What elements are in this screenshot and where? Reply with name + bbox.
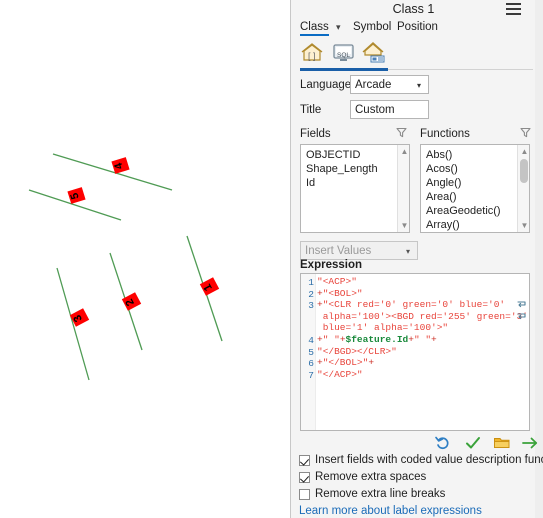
option-label: Remove extra spaces — [315, 471, 426, 483]
scroll-down-icon[interactable]: ▼ — [400, 221, 409, 230]
chevron-down-icon[interactable]: ▾ — [417, 81, 421, 90]
validate-check-icon[interactable] — [464, 434, 484, 452]
open-folder-icon[interactable] — [493, 434, 513, 452]
functions-scroll-thumb[interactable] — [520, 159, 528, 183]
word-wrap-indicator-icon — [517, 312, 526, 321]
sql-query-icon[interactable]: SQL — [331, 41, 357, 65]
code-token: blue='1' alpha='100'>" — [317, 322, 448, 333]
code-line-number: 6 — [301, 358, 314, 370]
option-label: Remove extra line breaks — [315, 488, 445, 500]
function-list-item[interactable]: Acos() — [421, 162, 529, 176]
code-line: +"<BOL>" — [317, 288, 527, 300]
map-line-feature[interactable] — [53, 154, 172, 190]
code-line-number: 7 — [301, 370, 314, 382]
functions-header: Functions — [420, 128, 470, 140]
scroll-up-icon[interactable]: ▲ — [400, 147, 409, 156]
tab-symbol[interactable]: Symbol — [353, 21, 391, 33]
code-token: "<ACP>" — [317, 276, 357, 287]
label-symbol-icon[interactable] — [362, 41, 388, 65]
svg-text:[ ]: [ ] — [308, 51, 316, 61]
filter-funnel-icon[interactable] — [520, 127, 531, 138]
svg-text:SQL: SQL — [337, 52, 350, 59]
code-line: blue='1' alpha='100'>" — [317, 322, 527, 334]
field-list-item[interactable]: Shape_Length — [301, 162, 409, 176]
code-token: "</ACP>" — [317, 369, 363, 380]
map-canvas[interactable]: 45321 — [0, 0, 290, 518]
code-token: alpha='100'><BGD red='255' green='3' — [317, 311, 528, 322]
chevron-down-icon[interactable]: ▾ — [406, 247, 410, 256]
checkbox-box[interactable] — [299, 455, 310, 466]
fields-list[interactable]: OBJECTIDShape_LengthId ▲ ▼ — [300, 144, 410, 233]
code-token: "<BOL>" — [323, 288, 363, 299]
expression-code-editor[interactable]: "<ACP>"+"<BOL>"+"<CLR red='0' green='0' … — [300, 273, 530, 431]
code-token: " " — [323, 334, 340, 345]
function-list-item[interactable]: Angle() — [421, 176, 529, 190]
function-list-item[interactable]: Array() — [421, 218, 529, 232]
apply-arrow-icon[interactable] — [521, 434, 541, 452]
label-class-panel-screen: 45321 Class 1 Class ▾ Symbol Position — [0, 0, 543, 518]
code-token: + — [431, 334, 437, 345]
code-line: +" "+$feature.Id+" "+ — [317, 334, 527, 346]
insert-values-dropdown[interactable]: Insert Values — [300, 241, 418, 260]
code-line-number: 5 — [301, 347, 314, 359]
function-list-item[interactable]: Asin() — [421, 232, 529, 233]
option-label: Insert fields with coded value descripti… — [315, 454, 543, 466]
undo-icon[interactable] — [434, 434, 454, 452]
field-list-item[interactable]: OBJECTID — [301, 148, 409, 162]
function-list-item[interactable]: AreaGeodetic() — [421, 204, 529, 218]
code-token: + — [368, 357, 374, 368]
scroll-down-icon[interactable]: ▼ — [520, 221, 529, 230]
field-list-item[interactable]: Id — [301, 176, 409, 190]
filter-funnel-icon[interactable] — [396, 127, 407, 138]
expression-label: Expression — [300, 259, 362, 271]
panel-tabs: Class ▾ Symbol Position — [300, 21, 535, 38]
code-line-number: 3 — [301, 300, 314, 312]
toolbar-active-underline — [300, 68, 388, 71]
language-label: Language — [300, 79, 351, 91]
code-line-number: 4 — [301, 335, 314, 347]
chevron-down-icon[interactable]: ▾ — [336, 22, 341, 33]
checkbox-box[interactable] — [299, 489, 310, 500]
panel-title: Class 1 — [292, 2, 535, 16]
code-line: +"</BOL>"+ — [317, 357, 527, 369]
code-token: "</BGD></CLR>" — [317, 346, 397, 357]
code-line: alpha='100'><BGD red='255' green='3' — [317, 311, 527, 323]
panel-content: Class 1 Class ▾ Symbol Position [ ] — [292, 0, 535, 518]
code-line: "<ACP>" — [317, 276, 527, 288]
code-token: "</BOL>" — [323, 357, 369, 368]
code-token: " " — [414, 334, 431, 345]
checkbox-box[interactable] — [299, 472, 310, 483]
code-token: $feature.Id — [346, 334, 409, 345]
function-list-item[interactable]: Area() — [421, 190, 529, 204]
title-input[interactable]: Custom — [350, 100, 429, 119]
code-token: "<CLR red='0' green='0' blue='0' — [323, 299, 505, 310]
code-content[interactable]: "<ACP>"+"<BOL>"+"<CLR red='0' green='0' … — [317, 276, 527, 380]
code-line: "</ACP>" — [317, 369, 527, 381]
word-wrap-indicator-icon — [517, 300, 526, 309]
label-class-icon[interactable]: [ ] — [300, 41, 326, 65]
code-line: "</BGD></CLR>" — [317, 346, 527, 358]
map-line-feature[interactable] — [57, 268, 89, 380]
code-line-number: 2 — [301, 289, 314, 301]
fields-header: Fields — [300, 128, 331, 140]
functions-list-scrollbar[interactable]: ▲ ▼ — [517, 145, 529, 232]
fields-list-scrollbar[interactable]: ▲ ▼ — [397, 145, 409, 232]
functions-list[interactable]: Abs()Acos()Angle()Area()AreaGeodetic()Ar… — [420, 144, 530, 233]
tab-position[interactable]: Position — [397, 21, 438, 33]
label-class-toolbar: [ ] SQL — [300, 41, 535, 69]
toolbar-underline-rest — [388, 69, 533, 70]
code-line-number: 1 — [301, 277, 314, 289]
learn-more-link[interactable]: Learn more about label expressions — [299, 505, 482, 517]
title-label: Title — [300, 104, 321, 116]
labeling-panel: Class 1 Class ▾ Symbol Position [ ] — [290, 0, 543, 518]
code-line: +"<CLR red='0' green='0' blue='0' — [317, 299, 527, 311]
map-feature-layer — [0, 0, 290, 518]
scroll-up-icon[interactable]: ▲ — [520, 147, 529, 156]
hamburger-menu-icon[interactable] — [506, 3, 521, 16]
expression-actions — [300, 434, 530, 454]
function-list-item[interactable]: Abs() — [421, 148, 529, 162]
tab-class[interactable]: Class — [300, 21, 329, 36]
